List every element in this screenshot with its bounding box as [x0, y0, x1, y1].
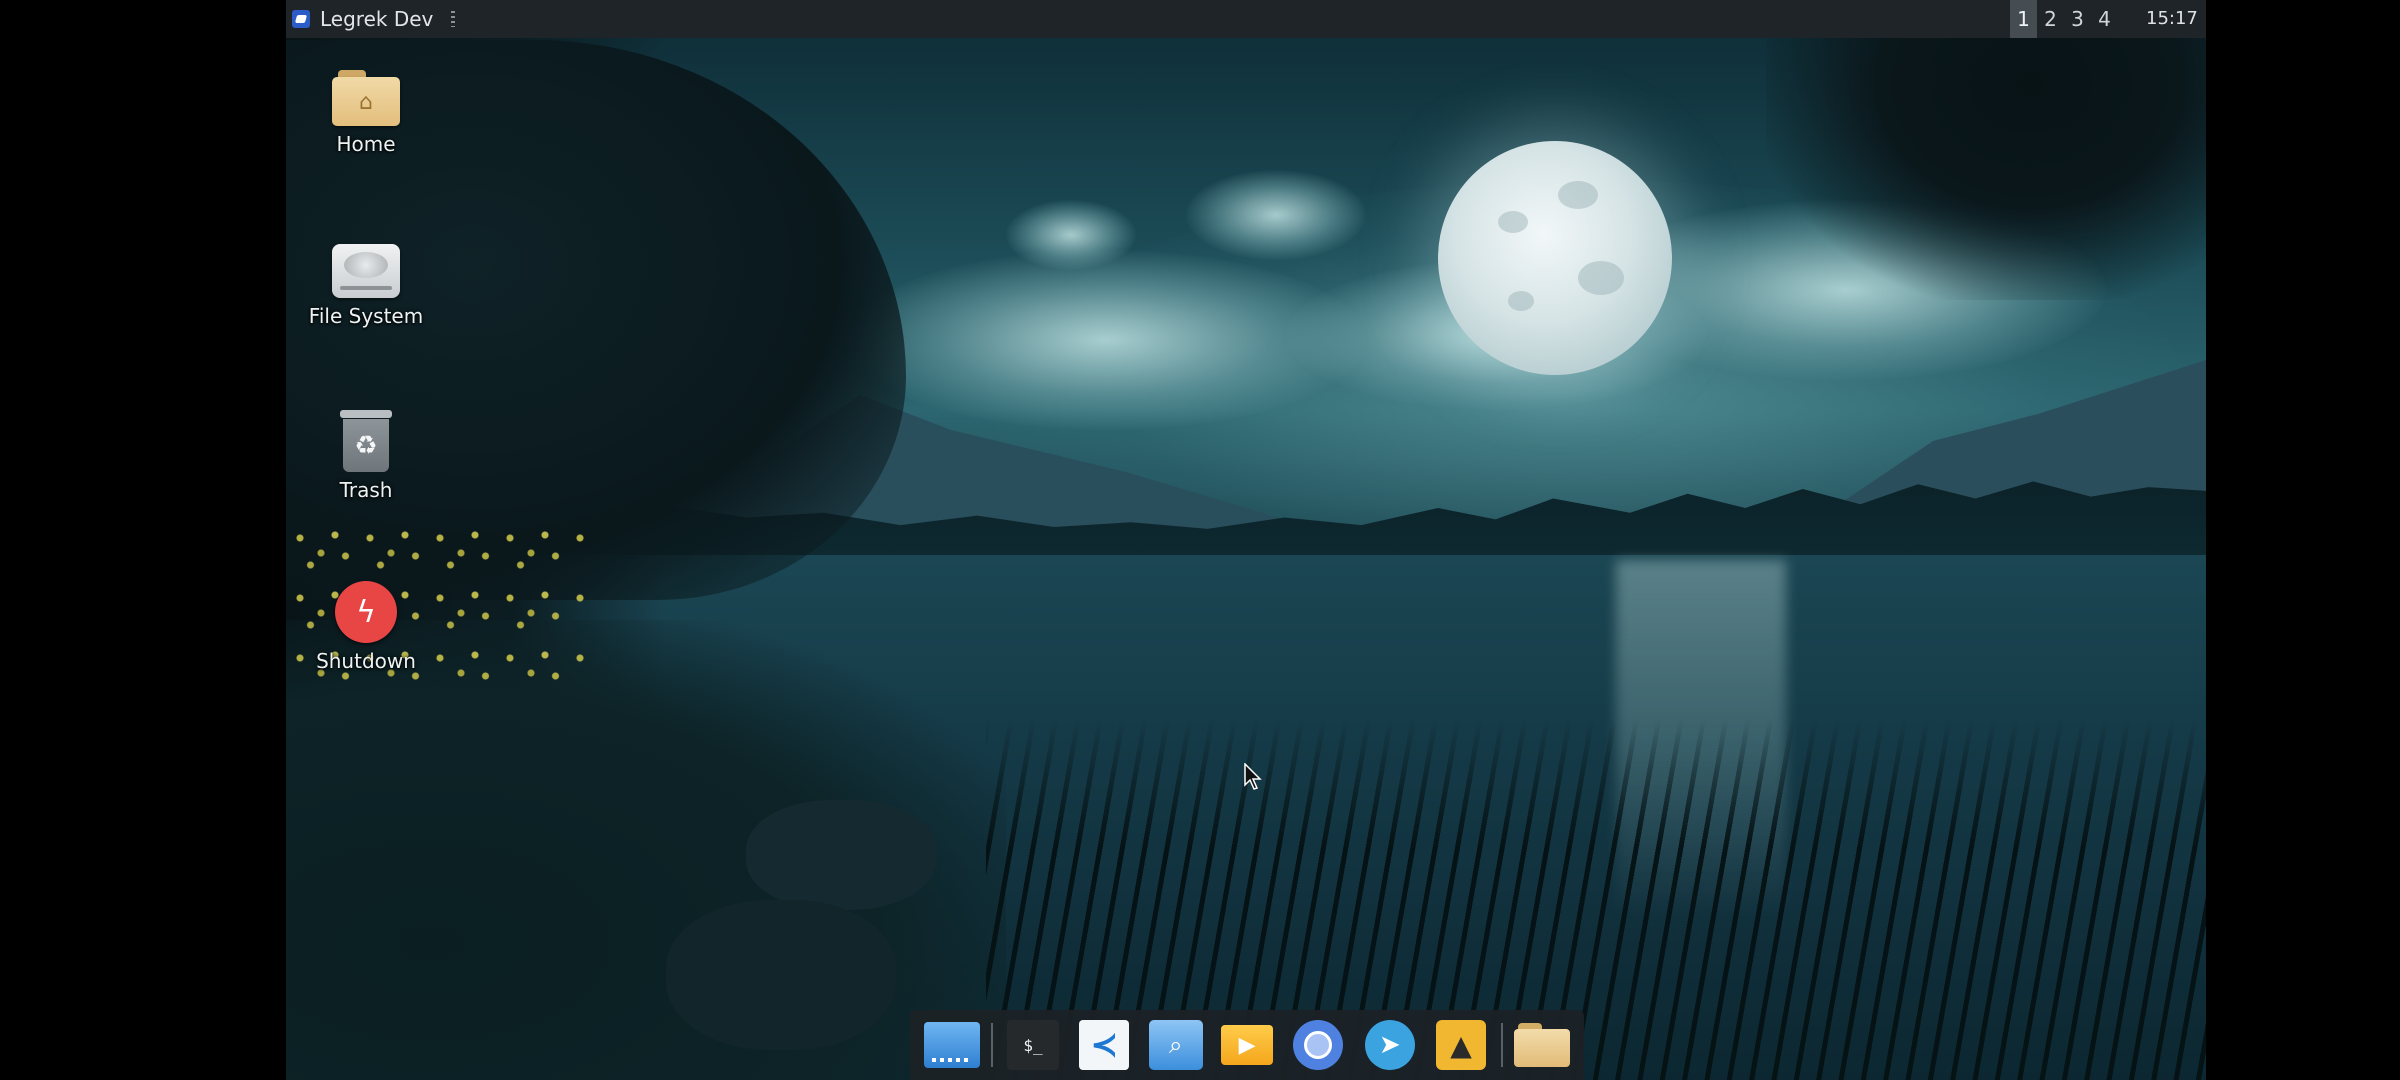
inkscape-icon: ▲	[1436, 1020, 1487, 1070]
dock-chromium[interactable]	[1287, 1015, 1350, 1075]
desktop-icon-label: Trash	[339, 478, 393, 502]
dock-media-player[interactable]: ▶	[1215, 1015, 1278, 1075]
file-search-icon: ⌕	[1148, 1020, 1203, 1070]
workspace-4-button[interactable]: 4	[2091, 0, 2118, 38]
dock-telegram[interactable]: ➤	[1358, 1015, 1421, 1075]
desktop-icon-label: File System	[308, 304, 424, 328]
workspace-switcher: 1 2 3 4	[2010, 0, 2118, 38]
desktop-icon-file-system[interactable]: File System	[286, 244, 446, 328]
chromium-icon	[1293, 1020, 1344, 1070]
active-window-title[interactable]: Legrek Dev	[320, 7, 433, 31]
home-folder-icon: ⌂	[332, 70, 400, 126]
trash-icon: ♻	[340, 410, 392, 472]
dock-file-search[interactable]: ⌕	[1144, 1015, 1207, 1075]
desktop[interactable]: Legrek Dev 1 2 3 4 15:17 ⌂ Home File Sys…	[286, 0, 2206, 1080]
file-manager-icon	[1514, 1023, 1571, 1067]
telegram-icon: ➤	[1364, 1020, 1415, 1070]
drive-icon	[332, 244, 400, 298]
dock: $_ ≺ ⌕ ▶ ➤ ▲	[910, 1010, 1584, 1080]
workspace-1-button[interactable]: 1	[2010, 0, 2037, 38]
panel-handle-icon[interactable]	[451, 11, 456, 27]
desktop-icon-shutdown[interactable]: ϟ Shutdown	[286, 581, 446, 673]
show-desktop-icon	[923, 1022, 980, 1068]
moon	[1438, 141, 1672, 375]
terminal-icon: $_	[1007, 1020, 1059, 1070]
app-logo-icon[interactable]	[292, 10, 310, 28]
workspace-3-button[interactable]: 3	[2064, 0, 2091, 38]
desktop-icon-label: Home	[336, 132, 396, 156]
dock-separator	[1500, 1023, 1503, 1067]
clock[interactable]: 15:17	[2146, 0, 2198, 38]
dock-inkscape[interactable]: ▲	[1429, 1015, 1492, 1075]
desktop-icon-home[interactable]: ⌂ Home	[286, 70, 446, 156]
dock-terminal[interactable]: $_	[1001, 1015, 1064, 1075]
top-panel: Legrek Dev 1 2 3 4 15:17	[286, 0, 2206, 38]
dock-file-manager[interactable]	[1511, 1015, 1574, 1075]
vscode-icon: ≺	[1079, 1020, 1130, 1070]
mouse-cursor-icon	[1244, 762, 1264, 791]
dock-vscode[interactable]: ≺	[1073, 1015, 1136, 1075]
desktop-icon-trash[interactable]: ♻ Trash	[286, 410, 446, 502]
dock-separator	[991, 1023, 994, 1067]
desktop-icon-label: Shutdown	[316, 649, 416, 673]
workspace-2-button[interactable]: 2	[2037, 0, 2064, 38]
media-player-icon: ▶	[1221, 1025, 1274, 1065]
shutdown-icon: ϟ	[335, 581, 397, 643]
dock-show-desktop[interactable]	[920, 1015, 983, 1075]
